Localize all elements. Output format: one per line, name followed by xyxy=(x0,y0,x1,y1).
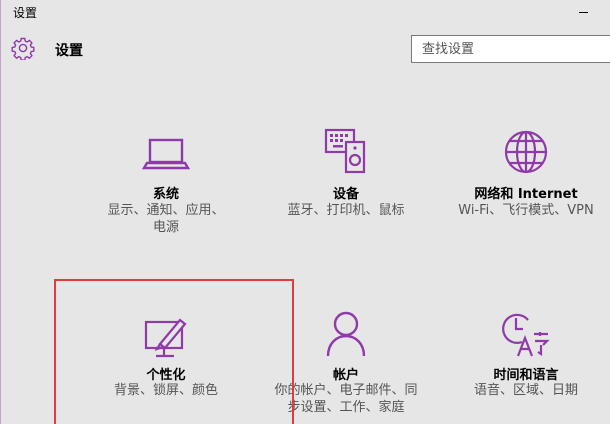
tile-devices-label: 设备 xyxy=(332,187,359,202)
gear-icon xyxy=(11,37,35,60)
tile-network-desc: Wi-Fi、飞行模式、VPN xyxy=(458,203,594,218)
tile-time-language[interactable]: 时间和语言 语音、区域、日期 xyxy=(436,306,610,424)
search-box[interactable] xyxy=(411,35,610,63)
tile-devices[interactable]: 设备 蓝牙、打印机、鼠标 xyxy=(256,126,436,256)
time-language-icon xyxy=(502,313,550,357)
globe-icon xyxy=(504,130,548,174)
devices-icon xyxy=(324,128,366,174)
window-title: 设置 xyxy=(13,6,38,20)
tile-system-desc: 显示、通知、应用、电源 xyxy=(107,203,225,235)
tile-time-language-desc: 语音、区域、日期 xyxy=(473,383,578,398)
minimize-button[interactable] xyxy=(572,2,596,22)
title-bar: 设置 xyxy=(1,0,610,26)
search-input[interactable] xyxy=(412,36,610,62)
tile-network[interactable]: 网络和 Internet Wi-Fi、飞行模式、VPN xyxy=(436,126,610,256)
tile-time-language-label: 时间和语言 xyxy=(493,368,559,383)
tile-system-label: 系统 xyxy=(152,187,179,202)
settings-window: 设置 设置 系统 显示、通知、应用、电源 xyxy=(0,0,610,424)
page-title: 设置 xyxy=(55,43,83,59)
highlight-box xyxy=(54,279,294,424)
laptop-icon xyxy=(141,138,191,170)
tile-devices-desc: 蓝牙、打印机、鼠标 xyxy=(287,203,405,218)
settings-header: 设置 xyxy=(1,30,610,70)
tile-network-label: 网络和 Internet xyxy=(474,187,578,202)
person-icon xyxy=(326,311,366,357)
tile-system[interactable]: 系统 显示、通知、应用、电源 xyxy=(76,126,256,256)
